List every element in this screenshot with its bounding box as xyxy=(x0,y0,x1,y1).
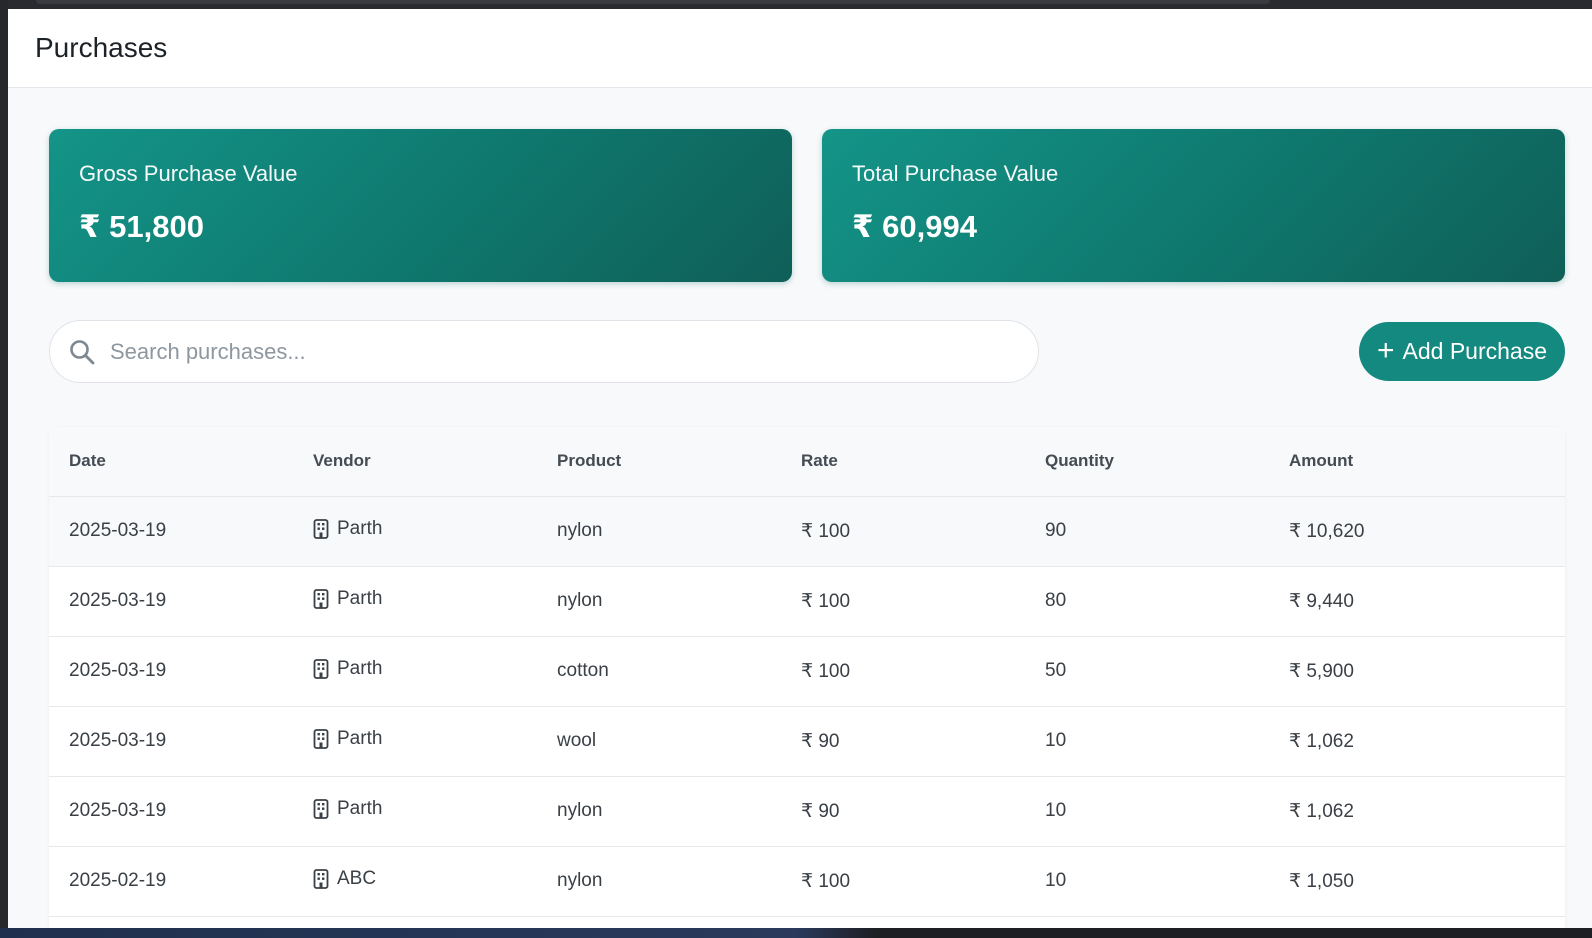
cell-quantity: 10 xyxy=(1045,800,1067,821)
total-purchase-card: Total Purchase Value ₹ 60,994 xyxy=(822,129,1565,282)
cell-product: nylon xyxy=(557,590,603,611)
cell-quantity: 50 xyxy=(1045,660,1067,681)
cell-amount: ₹ 10,620 xyxy=(1289,520,1365,542)
building-icon xyxy=(313,588,329,609)
cell-quantity: 80 xyxy=(1045,590,1067,611)
add-purchase-button[interactable]: + Add Purchase xyxy=(1359,322,1565,381)
building-icon xyxy=(313,658,329,679)
cell-quantity: 90 xyxy=(1045,520,1067,541)
toolbar: + Add Purchase xyxy=(49,320,1565,383)
cell-date: 2025-03-19 xyxy=(69,660,167,681)
cell-date: 2025-03-19 xyxy=(69,520,167,541)
cell-date: 2025-02-19 xyxy=(69,870,167,891)
building-icon xyxy=(313,868,329,889)
building-icon xyxy=(313,728,329,749)
cell-product: nylon xyxy=(557,800,603,821)
window-top-strip xyxy=(0,0,1592,9)
cell-product: wool xyxy=(557,730,597,751)
cell-amount: ₹ 9,440 xyxy=(1289,590,1354,612)
table-row[interactable]: 2025-03-19 Parth nylon ₹ 100 80 ₹ 9,440 xyxy=(49,566,1565,636)
table-row[interactable]: 2025-03-19 Parth nylon ₹ 90 10 ₹ 1,062 xyxy=(49,776,1565,846)
cell-product: cotton xyxy=(557,660,609,681)
cell-rate: ₹ 100 xyxy=(801,590,851,612)
total-purchase-value: ₹ 60,994 xyxy=(852,209,977,244)
cell-vendor: Parth xyxy=(293,706,537,776)
add-purchase-label: Add Purchase xyxy=(1402,338,1547,364)
search-icon xyxy=(68,338,96,366)
plus-icon: + xyxy=(1376,333,1395,367)
column-header-vendor[interactable]: Vendor xyxy=(293,427,537,497)
table-header: Date Vendor Product Rate Quantity Amount xyxy=(49,427,1565,497)
vendor-name: Parth xyxy=(337,587,383,609)
table-row[interactable]: 2025-03-19 Parth cotton ₹ 100 50 ₹ 5,900 xyxy=(49,636,1565,706)
cell-vendor: Parth xyxy=(293,566,537,636)
table-body: 2025-03-19 Parth nylon ₹ 100 90 ₹ 10,620… xyxy=(49,496,1565,916)
gross-purchase-card: Gross Purchase Value ₹ 51,800 xyxy=(49,129,792,282)
cell-date: 2025-03-19 xyxy=(69,800,167,821)
table-row[interactable]: 2025-02-19 ABC nylon ₹ 100 10 ₹ 1,050 xyxy=(49,846,1565,916)
cell-quantity: 10 xyxy=(1045,870,1067,891)
gross-purchase-label: Gross Purchase Value xyxy=(79,161,298,186)
cell-rate: ₹ 100 xyxy=(801,520,851,542)
cell-amount: ₹ 1,062 xyxy=(1289,800,1354,822)
vendor-name: Parth xyxy=(337,797,383,819)
purchases-table: Date Vendor Product Rate Quantity Amount… xyxy=(49,427,1565,917)
taskbar-strip xyxy=(0,928,1592,938)
cell-rate: ₹ 90 xyxy=(801,800,840,822)
vendor-name: Parth xyxy=(337,517,383,539)
total-purchase-label: Total Purchase Value xyxy=(852,161,1059,186)
summary-cards: Gross Purchase Value ₹ 51,800 Total Purc… xyxy=(49,129,1565,282)
cell-date: 2025-03-19 xyxy=(69,590,167,611)
table-row[interactable]: 2025-03-19 Parth nylon ₹ 100 90 ₹ 10,620 xyxy=(49,496,1565,566)
browser-tab-bar xyxy=(36,0,1270,4)
vendor-name: ABC xyxy=(337,867,377,889)
cell-quantity: 10 xyxy=(1045,730,1067,751)
cell-vendor: ABC xyxy=(293,846,537,916)
cell-vendor: Parth xyxy=(293,636,537,706)
building-icon xyxy=(313,798,329,819)
purchases-table-container: Date Vendor Product Rate Quantity Amount… xyxy=(49,427,1565,928)
vendor-name: Parth xyxy=(337,657,383,679)
cell-rate: ₹ 90 xyxy=(801,730,840,752)
cell-vendor: Parth xyxy=(293,496,537,566)
search-box[interactable] xyxy=(49,320,1039,383)
cell-vendor: Parth xyxy=(293,776,537,846)
column-header-amount[interactable]: Amount xyxy=(1269,427,1565,497)
column-header-rate[interactable]: Rate xyxy=(781,427,1025,497)
column-header-product[interactable]: Product xyxy=(537,427,781,497)
cell-amount: ₹ 1,062 xyxy=(1289,730,1354,752)
cell-product: nylon xyxy=(557,520,603,541)
table-header-row: Date Vendor Product Rate Quantity Amount xyxy=(49,427,1565,497)
cell-rate: ₹ 100 xyxy=(801,870,851,892)
search-input[interactable] xyxy=(110,338,1010,365)
window-left-gutter xyxy=(0,0,8,938)
cell-date: 2025-03-19 xyxy=(69,730,167,751)
cell-product: nylon xyxy=(557,870,603,891)
column-header-quantity[interactable]: Quantity xyxy=(1025,427,1269,497)
purchases-app: Purchases Gross Purchase Value ₹ 51,800 … xyxy=(8,9,1592,928)
cell-rate: ₹ 100 xyxy=(801,660,851,682)
cell-amount: ₹ 1,050 xyxy=(1289,870,1354,892)
gross-purchase-value: ₹ 51,800 xyxy=(79,209,204,244)
page-title: Purchases xyxy=(35,32,168,63)
column-header-date[interactable]: Date xyxy=(49,427,293,497)
cell-amount: ₹ 5,900 xyxy=(1289,660,1354,682)
table-row[interactable]: 2025-03-19 Parth wool ₹ 90 10 ₹ 1,062 xyxy=(49,706,1565,776)
vendor-name: Parth xyxy=(337,727,383,749)
building-icon xyxy=(313,518,329,539)
page-header: Purchases xyxy=(8,9,1592,88)
